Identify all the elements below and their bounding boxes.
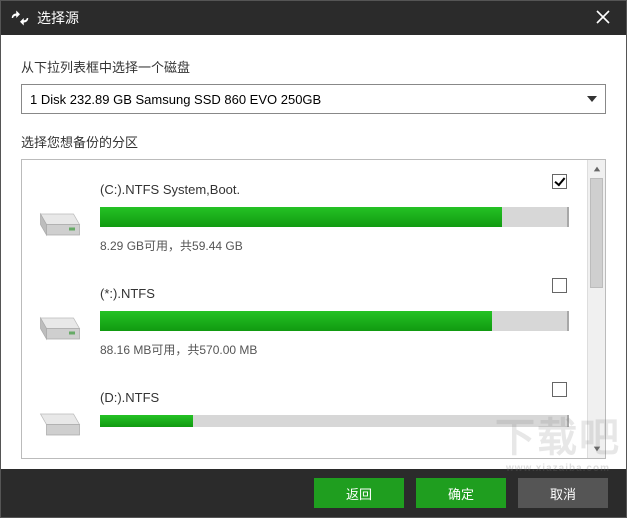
scroll-track[interactable]: [588, 178, 605, 440]
partition-list-container: (C:).NTFS System,Boot. 8.29 GB可用，共59.44 …: [21, 159, 606, 459]
partition-checkbox[interactable]: [552, 382, 567, 397]
partition-name: (D:).NTFS: [100, 390, 569, 405]
partition-list: (C:).NTFS System,Boot. 8.29 GB可用，共59.44 …: [22, 160, 587, 458]
partition-name: (C:).NTFS System,Boot.: [100, 182, 569, 197]
close-icon: [596, 10, 610, 24]
partition-select-label: 选择您想备份的分区: [21, 132, 606, 151]
cancel-button[interactable]: 取消: [518, 478, 608, 508]
partition-checkbox[interactable]: [552, 174, 567, 189]
disk-select-label: 从下拉列表框中选择一个磁盘: [21, 57, 606, 76]
scroll-thumb[interactable]: [590, 178, 603, 288]
scroll-down-button[interactable]: [588, 440, 606, 458]
back-button[interactable]: 返回: [314, 478, 404, 508]
usage-bar: [100, 311, 569, 331]
scroll-up-button[interactable]: [588, 160, 606, 178]
usage-bar: [100, 415, 569, 427]
usage-fill: [100, 311, 492, 331]
dialog-body: 从下拉列表框中选择一个磁盘 1 Disk 232.89 GB Samsung S…: [1, 35, 626, 469]
partition-stat: 8.29 GB可用，共59.44 GB: [100, 237, 569, 254]
disk-icon: [36, 204, 84, 242]
partition-row: (D:).NTFS: [30, 376, 579, 442]
disk-icon: [36, 404, 84, 442]
chevron-down-icon: [587, 96, 597, 102]
dialog-window: 选择源 从下拉列表框中选择一个磁盘 1 Disk 232.89 GB Samsu…: [0, 0, 627, 518]
close-button[interactable]: [590, 8, 616, 29]
partition-stat: 88.16 MB可用，共570.00 MB: [100, 341, 569, 358]
disk-dropdown[interactable]: 1 Disk 232.89 GB Samsung SSD 860 EVO 250…: [21, 84, 606, 114]
title-bar: 选择源: [1, 1, 626, 35]
ok-button[interactable]: 确定: [416, 478, 506, 508]
disk-dropdown-value: 1 Disk 232.89 GB Samsung SSD 860 EVO 250…: [30, 92, 321, 107]
scrollbar[interactable]: [587, 160, 605, 458]
partition-name: (*:).NTFS: [100, 286, 569, 301]
partition-checkbox[interactable]: [552, 278, 567, 293]
partition-row: (*:).NTFS 88.16 MB可用，共570.00 MB: [30, 272, 579, 376]
usage-fill: [100, 415, 193, 427]
dialog-title: 选择源: [37, 8, 79, 28]
dialog-footer: 返回 确定 取消: [1, 469, 626, 517]
partition-row: (C:).NTFS System,Boot. 8.29 GB可用，共59.44 …: [30, 168, 579, 272]
usage-fill: [100, 207, 502, 227]
app-icon: [11, 9, 29, 27]
usage-bar: [100, 207, 569, 227]
disk-icon: [36, 308, 84, 346]
